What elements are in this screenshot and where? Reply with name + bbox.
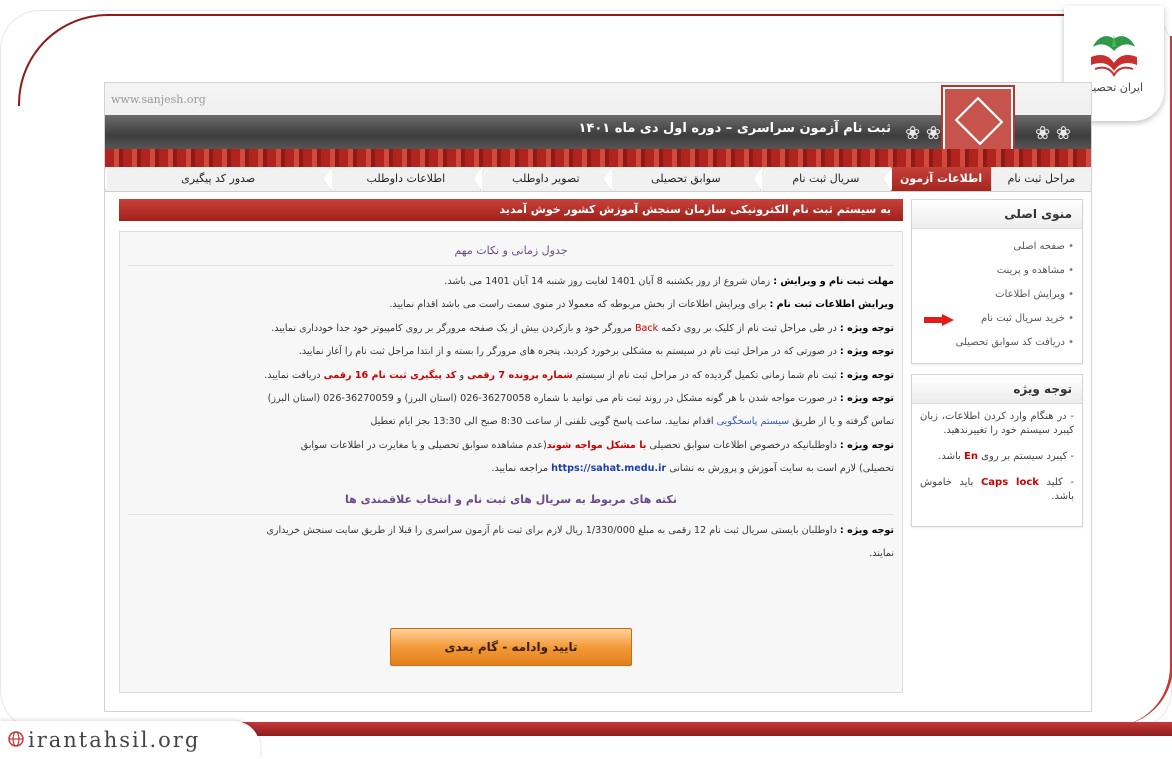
red-arrow-icon: [924, 314, 954, 326]
notes-list: - در هنگام وارد کردن اطلاعات، زبان کیبرد…: [912, 404, 1082, 526]
confirm-next-step-button[interactable]: تایید وادامه - گام بعدی: [390, 628, 632, 666]
ornament-icon: ❀ ❀: [905, 123, 941, 144]
welcome-bar: به سیستم ثبت نام الکترونیکی سازمان سنجش …: [119, 199, 903, 221]
info-panel: جدول زمانی و نکات مهم مهلت ثبت نام و ویر…: [119, 231, 903, 693]
info-line: توجه ویژه : ثبت نام شما زمانی تکمیل گردی…: [264, 369, 894, 381]
sidebar-item-buy-serial[interactable]: خرید سریال ثبت نام: [920, 307, 1074, 331]
domain-badge: irantahsil.org: [0, 721, 260, 759]
special-notes-box: توجه ویژه - در هنگام وارد کردن اطلاعات، …: [911, 374, 1083, 527]
brand-name: ایران تحصیل: [1084, 81, 1144, 94]
ornament-icon: ❀ ❀: [1035, 123, 1071, 144]
main-menu-list: صفحه اصلی مشاهده و پرینت ویرایش اطلاعات …: [912, 229, 1082, 363]
sidebar: منوی اصلی صفحه اصلی مشاهده و پرینت ویرای…: [911, 199, 1083, 537]
tab-tracking-code[interactable]: صدور کد پیگیری: [105, 167, 330, 191]
support-system-link[interactable]: سیستم پاسخگویی: [717, 416, 790, 427]
info-line: تحصیلی) لازم است به سایت آموزش و پرورش ب…: [491, 463, 894, 475]
info-line: تماس گرفته و یا از طریق سیستم پاسخگویی ا…: [370, 416, 894, 428]
section-title-schedule: جدول زمانی و نکات مهم: [128, 232, 894, 266]
info-line: توجه ویژه : در صورتی که در مراحل ثبت نام…: [298, 346, 894, 358]
site-url: www.sanjesh.org: [111, 93, 206, 106]
info-line: توجه ویژه : در صورت مواجه شدن با هر گونه…: [267, 393, 894, 405]
decorative-strip: [105, 149, 1091, 167]
step-tabs: مراحل ثبت نام اطلاعات آزمون سریال ثبت نا…: [105, 167, 1091, 192]
sidebar-item-edit-info[interactable]: ویرایش اطلاعات: [920, 283, 1074, 307]
schedule-lines: مهلت ثبت نام و ویرایش : زمان شروع از روز…: [120, 266, 902, 481]
info-line: توجه ویژه : داوطلبانیکه درخصوص اطلاعات س…: [300, 439, 894, 451]
globe-icon: [8, 728, 24, 752]
info-line: مهلت ثبت نام و ویرایش : زمان شروع از روز…: [444, 276, 894, 287]
main-content: به سیستم ثبت نام الکترونیکی سازمان سنجش …: [119, 199, 903, 699]
tab-applicant-photo[interactable]: تصویر داوطلب: [474, 167, 610, 191]
sanjesh-emblem-icon: [943, 87, 1013, 153]
watermark-red-strip: [230, 722, 1172, 736]
main-menu-box: منوی اصلی صفحه اصلی مشاهده و پرینت ویرای…: [911, 199, 1083, 364]
tab-exam-info[interactable]: اطلاعات آزمون: [884, 167, 991, 191]
serial-lines: توجه ویژه : داوطلبان بایستی سریال ثبت نا…: [120, 515, 902, 566]
tab-applicant-info[interactable]: اطلاعات داوطلب: [324, 167, 480, 191]
tab-registration-serial[interactable]: سریال ثبت نام: [754, 167, 890, 191]
sidebar-item-home[interactable]: صفحه اصلی: [920, 235, 1074, 259]
section-title-serials: نکته های مربوط به سریال های ثبت نام و ان…: [128, 481, 894, 515]
info-line: توجه ویژه : داوطلبان بایستی سریال ثبت نا…: [266, 524, 894, 536]
domain-text: irantahsil.org: [28, 728, 201, 752]
note-keyboard-en: - کیبرد سیستم بر روی En باشد.: [938, 451, 1074, 462]
info-line: توجه ویژه : در طی مراحل ثبت نام از کلیک …: [271, 322, 894, 334]
sidebar-item-academic-code[interactable]: دریافت کد سوابق تحصیلی: [920, 331, 1074, 355]
note-keyboard-language: - در هنگام وارد کردن اطلاعات، زبان کیبرد…: [920, 411, 1074, 436]
main-menu-title: منوی اصلی: [912, 200, 1082, 229]
info-line: ویرایش اطلاعات ثبت نام : برای ویرایش اطل…: [389, 299, 894, 311]
tab-registration-steps[interactable]: مراحل ثبت نام: [990, 167, 1091, 191]
info-line: نمایند.: [869, 548, 894, 560]
banner-title: ثبت نام آزمون سراسری – دوره اول دی ماه ۱…: [578, 121, 892, 136]
note-caps-lock: - کلید Caps lock باید خاموش باشد.: [920, 477, 1074, 502]
registration-page: www.sanjesh.org ثبت نام آزمون سراسری – د…: [104, 82, 1092, 712]
site-banner: www.sanjesh.org ثبت نام آزمون سراسری – د…: [105, 83, 1091, 167]
tab-academic-records[interactable]: سوابق تحصیلی: [604, 167, 760, 191]
sahat-medu-link[interactable]: https://sahat.medu.ir: [551, 463, 666, 474]
notes-title: توجه ویژه: [912, 375, 1082, 404]
sidebar-item-view-print[interactable]: مشاهده و پرینت: [920, 259, 1074, 283]
book-logo-icon: [1091, 35, 1137, 78]
